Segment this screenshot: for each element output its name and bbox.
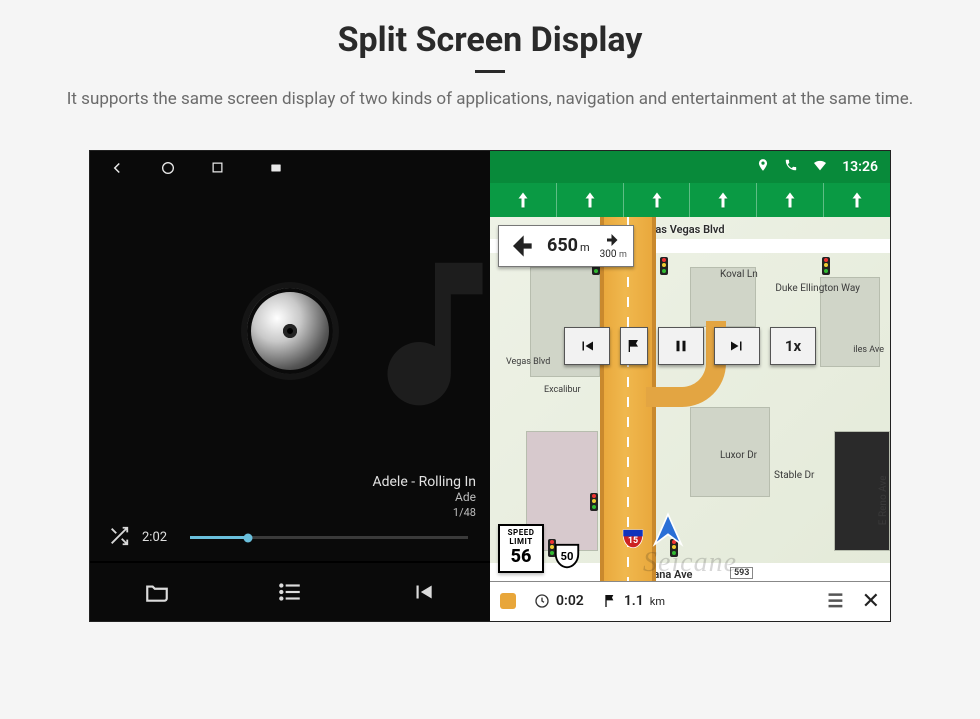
menu-button[interactable]: ☰ — [827, 591, 843, 612]
lane-arrow — [623, 183, 690, 217]
poi-label: Vegas Blvd — [506, 357, 550, 367]
turn-card: 650m 300 m — [498, 225, 634, 267]
street-number: 593 — [730, 567, 753, 579]
speed-limit-label: SPEED LIMIT — [500, 528, 542, 546]
clock-time: 13:26 — [842, 159, 878, 175]
navigation-pane: 13:26 S Las Vegas Blvd W Tropicana Ave 5… — [490, 151, 890, 621]
previous-tab[interactable] — [357, 563, 490, 621]
poi-label: Koval Ln — [720, 269, 758, 280]
playback-controls: 1x — [564, 327, 816, 365]
lane-arrow — [689, 183, 756, 217]
svg-text:15: 15 — [628, 535, 638, 545]
home-icon[interactable] — [160, 160, 176, 180]
folder-tab[interactable] — [90, 563, 223, 621]
route-shield-icon: 50 — [552, 541, 582, 571]
wifi-icon — [812, 157, 828, 177]
poi-label: Stable Dr — [774, 470, 814, 481]
picture-icon[interactable] — [269, 160, 283, 179]
track-artist: Ade — [104, 490, 476, 504]
page-title: Split Screen Display — [40, 20, 940, 60]
nav-bottom-bar: 0:02 1.1km ☰ ✕ — [490, 581, 890, 621]
playlist-tab[interactable] — [223, 563, 356, 621]
lane-arrow — [556, 183, 623, 217]
speed-limit-value: 56 — [500, 546, 542, 567]
track-meta: Adele - Rolling In Ade 1/48 — [90, 474, 490, 525]
progress-row: 2:02 — [90, 525, 490, 561]
album-disc[interactable] — [247, 288, 333, 374]
traffic-light-icon — [660, 257, 668, 275]
lane-arrow — [823, 183, 890, 217]
album-area — [90, 189, 490, 474]
poi-label: Duke Ellington Way — [775, 283, 860, 294]
poi-label: Luxor Dr — [720, 450, 757, 461]
device-screenshot: Adele - Rolling In Ade 1/48 2:02 — [90, 151, 890, 621]
map-canvas[interactable]: S Las Vegas Blvd W Tropicana Ave 593 Kov… — [490, 217, 890, 581]
turn-right-icon — [604, 231, 622, 249]
lane-arrow — [490, 183, 556, 217]
shuffle-icon[interactable] — [108, 525, 130, 551]
phone-icon — [784, 158, 798, 176]
turn-left-icon — [505, 230, 537, 262]
poi-label: iles Ave — [853, 345, 884, 355]
clock-icon — [534, 593, 550, 609]
next-turn: 300 m — [600, 231, 627, 260]
interstate-shield-icon: 15 — [620, 525, 646, 551]
location-icon — [756, 158, 770, 176]
back-icon[interactable] — [108, 159, 126, 181]
music-bottom-tabs — [90, 561, 490, 621]
elapsed-time: 2:02 — [142, 530, 174, 545]
vehicle-cursor-icon — [648, 511, 688, 551]
pause-button[interactable] — [658, 327, 704, 365]
destination-flag-icon — [602, 593, 618, 609]
lane-arrow — [756, 183, 823, 217]
close-button[interactable]: ✕ — [862, 589, 880, 614]
next-button[interactable] — [714, 327, 760, 365]
music-pane: Adele - Rolling In Ade 1/48 2:02 — [90, 151, 490, 621]
speed-limit-sign: SPEED LIMIT 56 — [498, 524, 544, 573]
progress-knob[interactable] — [244, 533, 253, 542]
speed-button[interactable]: 1x — [770, 327, 816, 365]
title-underline — [475, 70, 505, 73]
traffic-light-icon — [590, 493, 598, 511]
poi-label: E Reno Ave — [879, 475, 890, 525]
track-title: Adele - Rolling In — [104, 474, 476, 490]
turn-distance: 650m — [547, 235, 590, 256]
traffic-light-icon — [822, 257, 830, 275]
flag-button[interactable] — [620, 327, 648, 365]
recent-icon[interactable] — [210, 160, 225, 179]
track-index: 1/48 — [104, 506, 476, 519]
lane-guidance — [490, 183, 890, 217]
svg-text:50: 50 — [561, 549, 574, 562]
route-toggle[interactable] — [500, 593, 516, 609]
route-icon — [500, 593, 516, 609]
page-subtitle: It supports the same screen display of t… — [50, 87, 930, 113]
eta-item: 0:02 — [534, 593, 584, 609]
prev-button[interactable] — [564, 327, 610, 365]
status-bar: 13:26 — [490, 151, 890, 183]
android-nav-bar — [90, 151, 490, 189]
distance-item: 1.1km — [602, 593, 665, 609]
poi-label: Excalibur — [544, 385, 581, 395]
progress-bar[interactable] — [190, 536, 468, 539]
